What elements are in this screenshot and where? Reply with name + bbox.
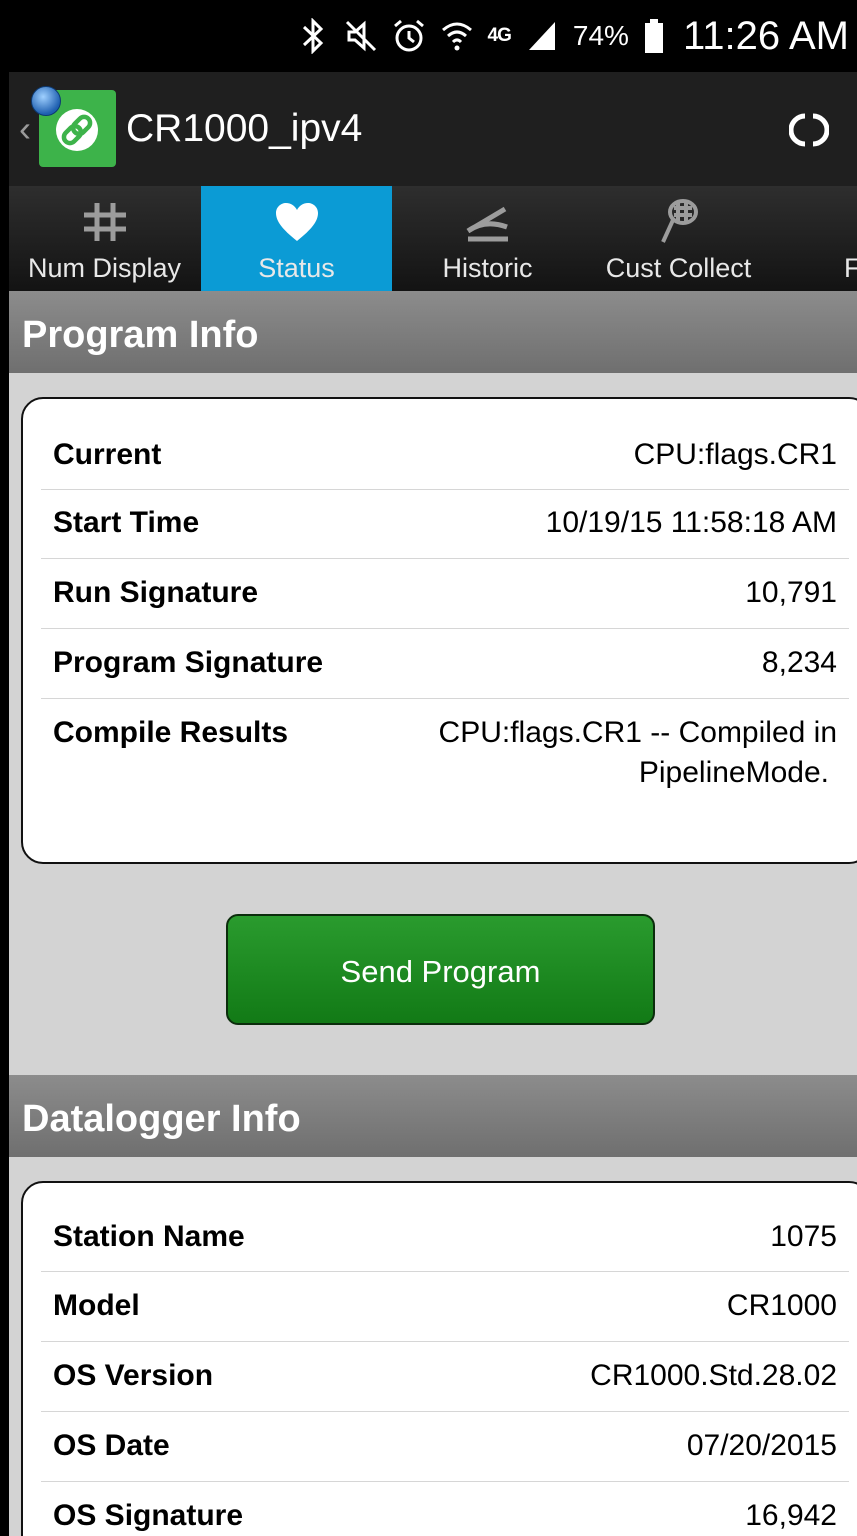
row-label: OS Version: [53, 1359, 214, 1392]
program-compile-results-row: Compile Results CPU:flags.CR1 -- Compile…: [41, 698, 849, 818]
row-value: 10/19/15 11:58:18 AM: [545, 506, 837, 539]
datalogger-info-card: Station Name 1075 Model CR1000 OS Versio…: [21, 1181, 857, 1536]
globe-badge-icon: [31, 86, 61, 116]
network-type-label: 4G: [487, 25, 512, 46]
bluetooth-icon: [296, 17, 330, 55]
tab-overflow[interactable]: F: [774, 186, 857, 291]
row-value: CR1000: [726, 1289, 837, 1322]
row-value: 1075: [770, 1220, 837, 1253]
program-run-signature-row: Run Signature 10,791: [41, 558, 849, 629]
net-collect-icon: [583, 198, 774, 246]
send-program-button[interactable]: Send Program: [226, 914, 655, 1025]
alarm-icon: [392, 17, 426, 55]
program-signature-row: Program Signature 8,234: [41, 628, 849, 699]
wifi-icon: [440, 17, 474, 55]
status-time: 11:26 AM: [682, 13, 849, 58]
row-value: 8,234: [761, 646, 837, 679]
station-name-row: Station Name 1075: [41, 1203, 849, 1272]
tab-label: F: [844, 253, 857, 283]
program-current-row: Current CPU:flags.CR1: [41, 421, 849, 490]
row-value: 07/20/2015: [686, 1429, 837, 1462]
row-value: 10,791: [745, 576, 837, 609]
status-bar: 4G 74% 11:26 AM: [9, 0, 857, 72]
refresh-icon[interactable]: [788, 110, 830, 150]
tab-bar: Num Display Status Historic Cust Collect…: [9, 186, 857, 291]
tab-num-display[interactable]: Num Display: [9, 186, 200, 291]
row-label: Run Signature: [53, 576, 259, 609]
battery-icon: [643, 17, 665, 55]
row-label: OS Signature: [53, 1499, 244, 1532]
row-value: PipelineMode.: [638, 756, 829, 789]
program-info-card: Current CPU:flags.CR1 Start Time 10/19/1…: [21, 397, 857, 864]
program-info-header: Program Info: [9, 291, 857, 373]
row-label: Station Name: [53, 1220, 245, 1253]
row-label: Program Signature: [53, 646, 324, 679]
row-value: CR1000.Std.28.02: [590, 1359, 837, 1392]
datalogger-info-header: Datalogger Info: [9, 1075, 857, 1157]
app-link-icon[interactable]: [31, 86, 116, 167]
tab-label: Historic: [442, 253, 533, 283]
app-screen: 4G 74% 11:26 AM ‹ CR1000_ipv4 Num Displa…: [9, 0, 857, 1536]
battery-percent: 74%: [572, 20, 629, 51]
program-start-time-row: Start Time 10/19/15 11:58:18 AM: [41, 489, 849, 559]
tab-label: Cust Collect: [605, 253, 752, 283]
back-chevron-icon[interactable]: ‹: [19, 109, 31, 149]
row-label: Model: [53, 1289, 140, 1322]
row-label: Current: [53, 438, 162, 471]
row-label: Compile Results: [53, 716, 289, 749]
signal-icon: [525, 17, 559, 55]
heart-icon: [201, 198, 392, 246]
row-value: CPU:flags.CR1 -- Compiled in: [438, 716, 837, 749]
row-value: CPU:flags.CR1: [633, 438, 837, 471]
tab-label: Num Display: [27, 253, 182, 283]
os-date-row: OS Date 07/20/2015: [41, 1411, 849, 1482]
model-row: Model CR1000: [41, 1271, 849, 1342]
action-bar: ‹ CR1000_ipv4: [9, 72, 857, 186]
app-title: CR1000_ipv4: [126, 107, 363, 150]
file-icon: [774, 198, 857, 246]
tab-cust-collect[interactable]: Cust Collect: [583, 186, 774, 291]
hash-icon: [9, 198, 200, 246]
os-signature-row: OS Signature 16,942: [41, 1481, 849, 1536]
tab-label: Status: [258, 253, 335, 283]
chart-icon: [392, 198, 583, 246]
row-label: OS Date: [53, 1429, 170, 1462]
row-label: Start Time: [53, 506, 200, 539]
os-version-row: OS Version CR1000.Std.28.02: [41, 1341, 849, 1412]
row-value: 16,942: [745, 1499, 837, 1532]
mute-icon: [344, 17, 378, 55]
tab-status[interactable]: Status: [201, 186, 392, 291]
tab-historic[interactable]: Historic: [392, 186, 583, 291]
